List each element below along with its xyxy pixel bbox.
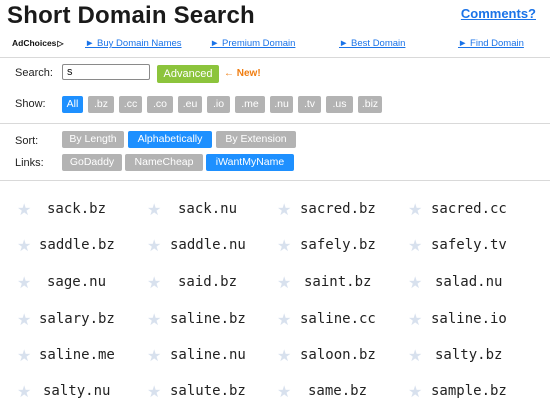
sort-label: Sort: <box>15 135 39 147</box>
domain-result[interactable]: same.bz <box>308 383 367 399</box>
domain-result[interactable]: said.bz <box>178 274 237 290</box>
show-filter-all[interactable]: All <box>62 96 83 113</box>
sort-by-extension[interactable]: By Extension <box>216 131 296 148</box>
domain-result[interactable]: saddle.nu <box>170 237 246 253</box>
domain-result[interactable]: sacred.bz <box>300 201 376 217</box>
show-filter-eu[interactable]: .eu <box>178 96 202 113</box>
favorite-star-icon[interactable]: ★ <box>17 273 31 293</box>
divider <box>0 180 550 181</box>
domain-result[interactable]: salary.bz <box>39 311 115 327</box>
divider <box>0 57 550 58</box>
favorite-star-icon[interactable]: ★ <box>147 200 161 220</box>
domain-result[interactable]: sage.nu <box>47 274 106 290</box>
favorite-star-icon[interactable]: ★ <box>147 273 161 293</box>
ad-links-row: AdChoices▷ ► Buy Domain Names ► Premium … <box>12 38 540 52</box>
favorite-star-icon[interactable]: ★ <box>17 346 31 366</box>
domain-result[interactable]: salty.nu <box>43 383 110 399</box>
domain-result[interactable]: sack.bz <box>47 201 106 217</box>
favorite-star-icon[interactable]: ★ <box>147 236 161 256</box>
favorite-star-icon[interactable]: ★ <box>277 346 291 366</box>
show-filter-nu[interactable]: .nu <box>270 96 293 113</box>
favorite-star-icon[interactable]: ★ <box>408 273 422 293</box>
adchoices-label[interactable]: AdChoices▷ <box>12 38 64 48</box>
ad-link-best-domain[interactable]: ► Best Domain <box>339 38 405 49</box>
new-badge: ← New! <box>224 68 261 79</box>
favorite-star-icon[interactable]: ★ <box>277 273 291 293</box>
show-filter-us[interactable]: .us <box>326 96 353 113</box>
ad-link-premium-domain[interactable]: ► Premium Domain <box>210 38 295 49</box>
link-iwantmyname[interactable]: iWantMyName <box>206 154 294 171</box>
domain-result[interactable]: saline.io <box>431 311 507 327</box>
sort-alphabetically[interactable]: Alphabetically <box>128 131 212 148</box>
domain-result[interactable]: salty.bz <box>435 347 502 363</box>
domain-result[interactable]: saline.bz <box>170 311 246 327</box>
favorite-star-icon[interactable]: ★ <box>277 382 291 402</box>
favorite-star-icon[interactable]: ★ <box>17 310 31 330</box>
favorite-star-icon[interactable]: ★ <box>147 310 161 330</box>
sort-by-length[interactable]: By Length <box>62 131 124 148</box>
favorite-star-icon[interactable]: ★ <box>277 236 291 256</box>
favorite-star-icon[interactable]: ★ <box>147 382 161 402</box>
show-filter-bz[interactable]: .bz <box>88 96 114 113</box>
favorite-star-icon[interactable]: ★ <box>408 200 422 220</box>
show-filter-cc[interactable]: .cc <box>119 96 142 113</box>
domain-result[interactable]: safely.tv <box>431 237 507 253</box>
domain-result[interactable]: saline.nu <box>170 347 246 363</box>
show-filter-biz[interactable]: .biz <box>358 96 382 113</box>
search-input[interactable] <box>62 64 150 80</box>
show-filter-co[interactable]: .co <box>147 96 173 113</box>
favorite-star-icon[interactable]: ★ <box>408 310 422 330</box>
domain-result[interactable]: saline.cc <box>300 311 376 327</box>
domain-result[interactable]: safely.bz <box>300 237 376 253</box>
show-label: Show: <box>15 98 46 110</box>
show-filter-io[interactable]: .io <box>207 96 230 113</box>
links-label: Links: <box>15 157 44 169</box>
domain-result[interactable]: salute.bz <box>170 383 246 399</box>
comments-link[interactable]: Comments? <box>461 6 536 21</box>
adchoices-icon: ▷ <box>57 39 64 48</box>
favorite-star-icon[interactable]: ★ <box>277 310 291 330</box>
link-godaddy[interactable]: GoDaddy <box>62 154 122 171</box>
favorite-star-icon[interactable]: ★ <box>408 236 422 256</box>
domain-result[interactable]: saint.bz <box>304 274 371 290</box>
search-label: Search: <box>15 67 53 79</box>
show-filter-tv[interactable]: .tv <box>298 96 321 113</box>
favorite-star-icon[interactable]: ★ <box>408 346 422 366</box>
domain-result[interactable]: saddle.bz <box>39 237 115 253</box>
advanced-button[interactable]: Advanced <box>157 65 219 83</box>
favorite-star-icon[interactable]: ★ <box>17 236 31 256</box>
favorite-star-icon[interactable]: ★ <box>147 346 161 366</box>
domain-result[interactable]: salad.nu <box>435 274 502 290</box>
favorite-star-icon[interactable]: ★ <box>277 200 291 220</box>
link-namecheap[interactable]: NameCheap <box>125 154 203 171</box>
favorite-star-icon[interactable]: ★ <box>17 382 31 402</box>
domain-result[interactable]: sample.bz <box>431 383 507 399</box>
page-title: Short Domain Search <box>7 2 255 29</box>
ad-link-find-domain[interactable]: ► Find Domain <box>458 38 524 49</box>
favorite-star-icon[interactable]: ★ <box>17 200 31 220</box>
domain-result[interactable]: sack.nu <box>178 201 237 217</box>
favorite-star-icon[interactable]: ★ <box>408 382 422 402</box>
domain-result[interactable]: sacred.cc <box>431 201 507 217</box>
domain-result[interactable]: saloon.bz <box>300 347 376 363</box>
ad-link-buy-domain-names[interactable]: ► Buy Domain Names <box>85 38 182 49</box>
show-filter-me[interactable]: .me <box>235 96 265 113</box>
domain-result[interactable]: saline.me <box>39 347 115 363</box>
divider <box>0 123 550 124</box>
